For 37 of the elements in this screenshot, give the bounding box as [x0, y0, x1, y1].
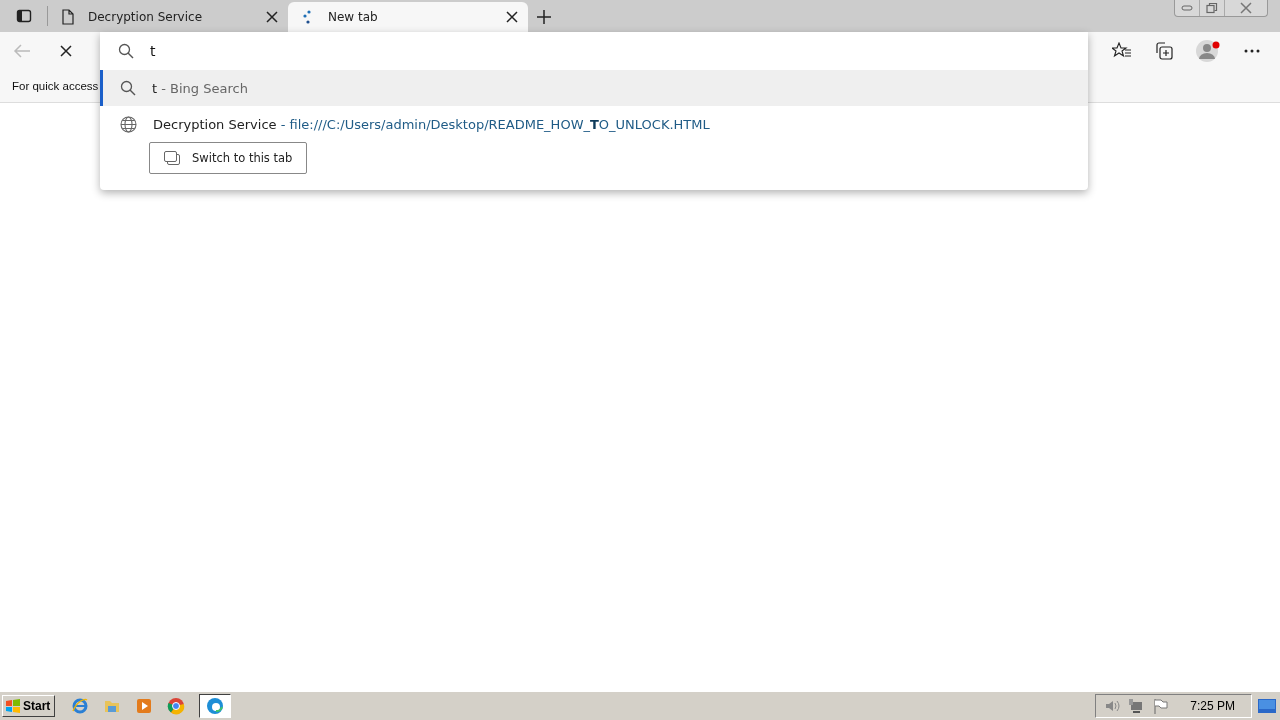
switch-tab-button[interactable]: Switch to this tab — [149, 142, 308, 174]
profile-icon[interactable] — [1196, 39, 1222, 63]
browser-tab[interactable]: New tab — [288, 2, 528, 32]
suggestion-text: Decryption Service - file:///C:/Users/admin/Desktop/README_HOW_TO_UNLOCK.HTML — [153, 116, 710, 132]
tab-actions-icon[interactable] — [15, 8, 32, 24]
restore-icon[interactable] — [1206, 2, 1218, 14]
stop-icon[interactable] — [60, 45, 72, 57]
media-player-icon[interactable] — [135, 697, 154, 715]
minimize-icon[interactable] — [1181, 5, 1193, 11]
page-suggestion[interactable]: Decryption Service - file:///C:/Users/admin/Desktop/README_HOW_TO_UNLOCK.HTML — [100, 106, 1088, 142]
globe-icon — [120, 115, 137, 133]
start-button[interactable]: Start — [2, 695, 56, 717]
close-icon[interactable] — [266, 11, 278, 23]
favorites-icon[interactable] — [1112, 42, 1132, 60]
suggestion-text: t - Bing Search — [152, 80, 248, 96]
new-tab-icon[interactable] — [536, 9, 552, 25]
search-suggestion[interactable]: t - Bing Search — [100, 70, 1088, 106]
close-icon[interactable] — [506, 11, 518, 23]
windows-logo-icon — [5, 699, 21, 713]
edge-icon[interactable] — [206, 697, 225, 715]
close-window-icon[interactable] — [1240, 2, 1252, 14]
browser-tab[interactable]: Decryption Service — [48, 2, 288, 32]
more-icon[interactable] — [1244, 49, 1260, 53]
tab-title: Decryption Service — [88, 10, 204, 24]
chrome-icon[interactable] — [167, 697, 186, 715]
tab-title: New tab — [328, 10, 379, 24]
tabs-icon — [164, 151, 180, 165]
volume-icon[interactable] — [1104, 699, 1121, 713]
address-field[interactable]: t — [150, 43, 750, 59]
flag-icon[interactable] — [1152, 698, 1169, 714]
search-icon — [118, 43, 134, 59]
search-icon — [120, 80, 136, 96]
favorites-bar-hint: For quick access — [12, 80, 99, 92]
clock[interactable]: 7:25 PM — [1190, 699, 1235, 713]
network-icon[interactable] — [1128, 698, 1145, 714]
internet-explorer-icon[interactable] — [71, 697, 90, 715]
collections-icon[interactable] — [1154, 41, 1174, 61]
